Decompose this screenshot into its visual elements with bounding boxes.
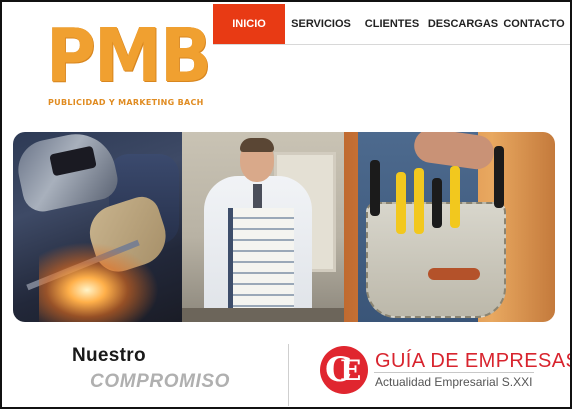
compromiso-heading-line1: Nuestro — [72, 345, 146, 366]
banner-image-businessman — [182, 132, 344, 322]
section-divider — [288, 344, 289, 406]
guia-empresas-title[interactable]: GUÍA DE EMPRESAS — [375, 350, 570, 373]
logo-tagline: PUBLICIDAD Y MARKETING BACH — [48, 98, 204, 107]
nav-item-clientes[interactable]: CLIENTES — [357, 4, 427, 44]
banner-image-toolbelt — [344, 132, 555, 322]
hero-banner — [13, 132, 555, 322]
nav-divider — [213, 44, 570, 45]
welding-sparks — [39, 242, 159, 322]
pouch-strap — [428, 268, 480, 280]
nav-item-servicios[interactable]: SERVICIOS — [285, 4, 357, 44]
banner-image-welder — [13, 132, 182, 322]
pliers-icon — [450, 166, 460, 228]
nav-item-contacto[interactable]: CONTACTO — [499, 4, 569, 44]
pliers-icon — [414, 168, 424, 234]
nav-item-inicio[interactable]: INICIO — [213, 4, 285, 44]
guia-empresas-logo-icon[interactable]: C E — [320, 346, 368, 394]
logo-wordmark: PMB — [46, 13, 212, 99]
businessman-hair — [240, 138, 274, 152]
welding-helmet — [13, 132, 122, 216]
binder-stack — [228, 208, 294, 318]
compromiso-heading-line2: COMPROMISO — [90, 371, 231, 392]
screwdriver-icon — [370, 160, 380, 216]
ge-letter-e: E — [340, 354, 362, 387]
nav-item-descargas[interactable]: DESCARGAS — [427, 4, 499, 44]
desk-surface — [182, 308, 344, 322]
pliers-icon — [396, 172, 406, 234]
page-frame: PMB PUBLICIDAD Y MARKETING BACH INICIO S… — [0, 0, 572, 409]
guia-empresas-subtitle: Actualidad Empresarial S.XXI — [375, 375, 533, 389]
screwdriver-icon — [494, 146, 504, 208]
pmb-logo[interactable]: PMB PUBLICIDAD Y MARKETING BACH — [42, 16, 212, 116]
screwdriver-icon — [432, 178, 442, 228]
main-nav: INICIO SERVICIOS CLIENTES DESCARGAS CONT… — [213, 4, 569, 44]
guia-underline — [374, 372, 534, 373]
